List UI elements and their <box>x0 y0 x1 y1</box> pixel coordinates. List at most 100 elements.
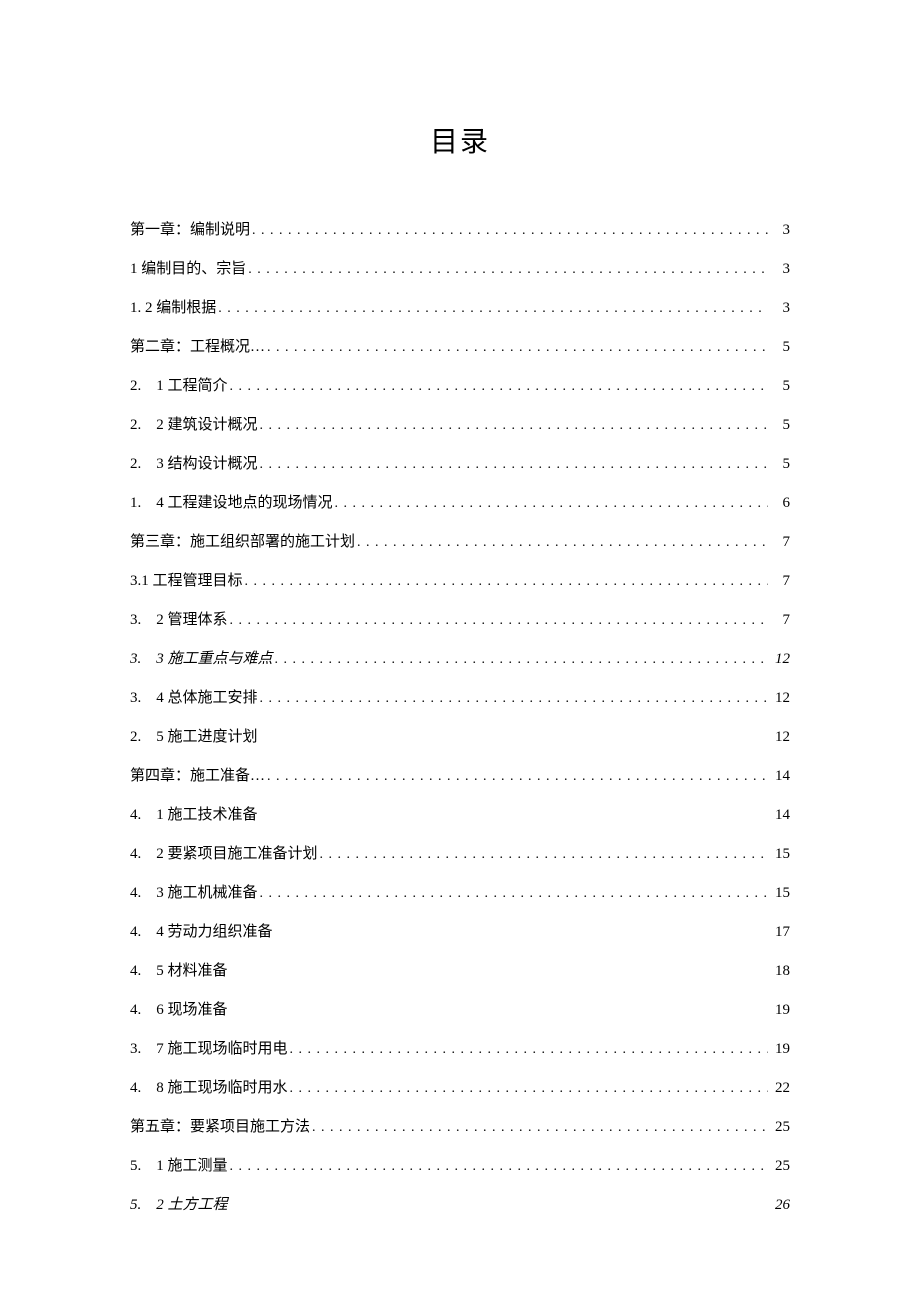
page-title: 目录 <box>130 120 790 160</box>
toc-label: 4. 1 施工技术准备 <box>130 805 258 826</box>
toc-dots: . . . . . . . . . . . . . . . . . . . . … <box>230 611 768 631</box>
toc-page-number: 3 <box>770 220 790 241</box>
toc-page-number: 7 <box>770 610 790 631</box>
toc-label: 3.1 工程管理目标 <box>130 571 243 592</box>
toc-label: 第五章：要紧项目施工方法 <box>130 1117 310 1138</box>
toc-item: 4. 5 材料准备. . . . . . . . . . . . . . . .… <box>130 961 790 982</box>
toc-label: 2. 5 施工进度计划 <box>130 727 258 748</box>
toc-label: 3. 3 施工重点与难点 <box>130 649 273 670</box>
toc-item: 5. 1 施工测量. . . . . . . . . . . . . . . .… <box>130 1156 790 1177</box>
toc-page-number: 5 <box>770 415 790 436</box>
toc-label: 1. 4 工程建设地点的现场情况 <box>130 493 333 514</box>
toc-item: 3. 4 总体施工安排. . . . . . . . . . . . . . .… <box>130 688 790 709</box>
toc-label: 第一章：编制说明 <box>130 220 250 241</box>
toc-label: 2. 1 工程简介 <box>130 376 228 397</box>
toc-dots: . . . . . . . . . . . . . . . . . . . . … <box>248 260 768 280</box>
toc-page-number: 5 <box>770 337 790 358</box>
toc-page-number: 15 <box>770 883 790 904</box>
document-page: 目录 第一章：编制说明. . . . . . . . . . . . . . .… <box>0 0 920 1314</box>
toc-page-number: 5 <box>770 376 790 397</box>
toc-item: 第三章：施工组织部署的施工计划. . . . . . . . . . . . .… <box>130 532 790 553</box>
toc-label: 4. 3 施工机械准备 <box>130 883 258 904</box>
toc-page-number: 12 <box>770 649 790 670</box>
toc-label: 5. 1 施工测量 <box>130 1156 228 1177</box>
toc-dots: . . . . . . . . . . . . . . . . . . . . … <box>357 533 768 553</box>
toc-dots: . . . . . . . . . . . . . . . . . . . . … <box>320 845 768 865</box>
toc-page-number: 6 <box>770 493 790 514</box>
toc-page-number: 5 <box>770 454 790 475</box>
toc-item: 2. 1 工程简介. . . . . . . . . . . . . . . .… <box>130 376 790 397</box>
toc-dots: . . . . . . . . . . . . . . . . . . . . … <box>245 572 768 592</box>
toc-item: 1 编制目的、宗旨. . . . . . . . . . . . . . . .… <box>130 259 790 280</box>
toc-page-number: 17 <box>770 922 790 943</box>
toc-item: 4. 4 劳动力组织准备. . . . . . . . . . . . . . … <box>130 922 790 943</box>
toc-page-number: 18 <box>770 961 790 982</box>
toc-item: 3. 7 施工现场临时用电. . . . . . . . . . . . . .… <box>130 1039 790 1060</box>
toc-label: 4. 4 劳动力组织准备 <box>130 922 273 943</box>
toc-dots: . . . . . . . . . . . . . . . . . . . . … <box>267 767 768 787</box>
toc-page-number: 14 <box>770 805 790 826</box>
toc-list: 第一章：编制说明. . . . . . . . . . . . . . . . … <box>130 220 790 1216</box>
toc-page-number: 25 <box>770 1117 790 1138</box>
toc-page-number: 19 <box>770 1000 790 1021</box>
toc-label: 第二章：工程概况… <box>130 337 265 358</box>
toc-label: 2. 3 结构设计概况 <box>130 454 258 475</box>
toc-item: 3.1 工程管理目标. . . . . . . . . . . . . . . … <box>130 571 790 592</box>
toc-dots: . . . . . . . . . . . . . . . . . . . . … <box>260 416 768 436</box>
toc-item: 4. 1 施工技术准备. . . . . . . . . . . . . . .… <box>130 805 790 826</box>
toc-item: 2. 2 建筑设计概况. . . . . . . . . . . . . . .… <box>130 415 790 436</box>
toc-dots: . . . . . . . . . . . . . . . . . . . . … <box>267 338 768 358</box>
toc-item: 3. 2 管理体系. . . . . . . . . . . . . . . .… <box>130 610 790 631</box>
toc-label: 3. 4 总体施工安排 <box>130 688 258 709</box>
toc-label: 4. 5 材料准备 <box>130 961 228 982</box>
toc-item: 第一章：编制说明. . . . . . . . . . . . . . . . … <box>130 220 790 241</box>
toc-page-number: 19 <box>770 1039 790 1060</box>
toc-label: 2. 2 建筑设计概况 <box>130 415 258 436</box>
toc-item: 4. 2 要紧项目施工准备计划. . . . . . . . . . . . .… <box>130 844 790 865</box>
toc-dots: . . . . . . . . . . . . . . . . . . . . … <box>252 221 768 241</box>
toc-item: 4. 3 施工机械准备. . . . . . . . . . . . . . .… <box>130 883 790 904</box>
toc-item: 第四章：施工准备…. . . . . . . . . . . . . . . .… <box>130 766 790 787</box>
toc-dots: . . . . . . . . . . . . . . . . . . . . … <box>260 884 768 904</box>
toc-page-number: 3 <box>770 298 790 319</box>
toc-page-number: 15 <box>770 844 790 865</box>
toc-item: 第五章：要紧项目施工方法. . . . . . . . . . . . . . … <box>130 1117 790 1138</box>
toc-page-number: 25 <box>770 1156 790 1177</box>
toc-dots: . . . . . . . . . . . . . . . . . . . . … <box>230 377 768 397</box>
toc-label: 第三章：施工组织部署的施工计划 <box>130 532 355 553</box>
toc-label: 1. 2 编制根据 <box>130 298 216 319</box>
toc-label: 1 编制目的、宗旨 <box>130 259 246 280</box>
toc-item: 1. 2 编制根据. . . . . . . . . . . . . . . .… <box>130 298 790 319</box>
toc-page-number: 12 <box>770 688 790 709</box>
toc-label: 4. 8 施工现场临时用水 <box>130 1078 288 1099</box>
toc-label: 3. 2 管理体系 <box>130 610 228 631</box>
toc-page-number: 3 <box>770 259 790 280</box>
toc-label: 5. 2 土方工程 <box>130 1195 228 1216</box>
toc-dots: . . . . . . . . . . . . . . . . . . . . … <box>335 494 768 514</box>
toc-item: 5. 2 土方工程. . . . . . . . . . . . . . . .… <box>130 1195 790 1216</box>
toc-page-number: 14 <box>770 766 790 787</box>
toc-item: 4. 6 现场准备. . . . . . . . . . . . . . . .… <box>130 1000 790 1021</box>
toc-label: 第四章：施工准备… <box>130 766 265 787</box>
toc-item: 4. 8 施工现场临时用水. . . . . . . . . . . . . .… <box>130 1078 790 1099</box>
toc-label: 4. 6 现场准备 <box>130 1000 228 1021</box>
toc-dots: . . . . . . . . . . . . . . . . . . . . … <box>290 1079 768 1099</box>
toc-page-number: 7 <box>770 532 790 553</box>
toc-dots: . . . . . . . . . . . . . . . . . . . . … <box>218 299 768 319</box>
toc-page-number: 26 <box>770 1195 790 1216</box>
toc-dots: . . . . . . . . . . . . . . . . . . . . … <box>260 455 768 475</box>
toc-label: 3. 7 施工现场临时用电 <box>130 1039 288 1060</box>
toc-dots: . . . . . . . . . . . . . . . . . . . . … <box>290 1040 768 1060</box>
toc-dots: . . . . . . . . . . . . . . . . . . . . … <box>260 689 768 709</box>
toc-item: 1. 4 工程建设地点的现场情况. . . . . . . . . . . . … <box>130 493 790 514</box>
toc-item: 2. 3 结构设计概况. . . . . . . . . . . . . . .… <box>130 454 790 475</box>
toc-dots: . . . . . . . . . . . . . . . . . . . . … <box>230 1157 768 1177</box>
toc-item: 2. 5 施工进度计划. . . . . . . . . . . . . . .… <box>130 727 790 748</box>
toc-dots: . . . . . . . . . . . . . . . . . . . . … <box>275 650 768 670</box>
toc-label: 4. 2 要紧项目施工准备计划 <box>130 844 318 865</box>
toc-page-number: 12 <box>770 727 790 748</box>
toc-page-number: 7 <box>770 571 790 592</box>
toc-page-number: 22 <box>770 1078 790 1099</box>
toc-dots: . . . . . . . . . . . . . . . . . . . . … <box>312 1118 768 1138</box>
toc-item: 3. 3 施工重点与难点. . . . . . . . . . . . . . … <box>130 649 790 670</box>
